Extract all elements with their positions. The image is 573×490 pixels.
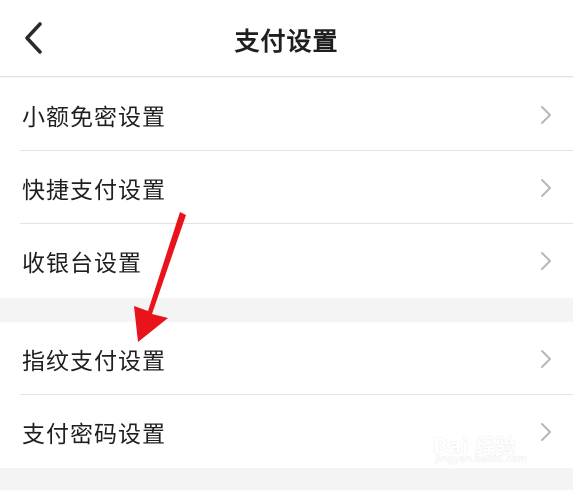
row-label: 指纹支付设置: [22, 348, 166, 375]
watermark: Bai 经验 jingyan.baidu.com: [433, 430, 543, 470]
row-label: 快捷支付设置: [22, 177, 166, 204]
row-small-amount-no-password[interactable]: 小额免密设置: [0, 78, 573, 151]
row-label: 收银台设置: [22, 250, 142, 277]
row-quick-pay[interactable]: 快捷支付设置: [0, 151, 573, 224]
nav-header: 支付设置: [0, 0, 573, 77]
payment-settings-screen: 支付设置 小额免密设置 快捷支付设置 收银台设置 指纹支付设置 支付密码设置 B…: [0, 0, 573, 490]
watermark-subtext: jingyan.baidu.com: [435, 454, 528, 465]
row-fingerprint-pay[interactable]: 指纹支付设置: [0, 322, 573, 395]
page-title: 支付设置: [234, 27, 339, 56]
chevron-right-icon: [541, 105, 551, 124]
row-label: 小额免密设置: [22, 104, 166, 131]
row-label: 支付密码设置: [22, 421, 166, 448]
row-checkout[interactable]: 收银台设置: [0, 224, 573, 297]
chevron-right-icon: [541, 178, 551, 197]
settings-group-1: 小额免密设置 快捷支付设置 收银台设置: [0, 78, 573, 298]
chevron-right-icon: [541, 251, 551, 270]
chevron-right-icon: [541, 349, 551, 368]
